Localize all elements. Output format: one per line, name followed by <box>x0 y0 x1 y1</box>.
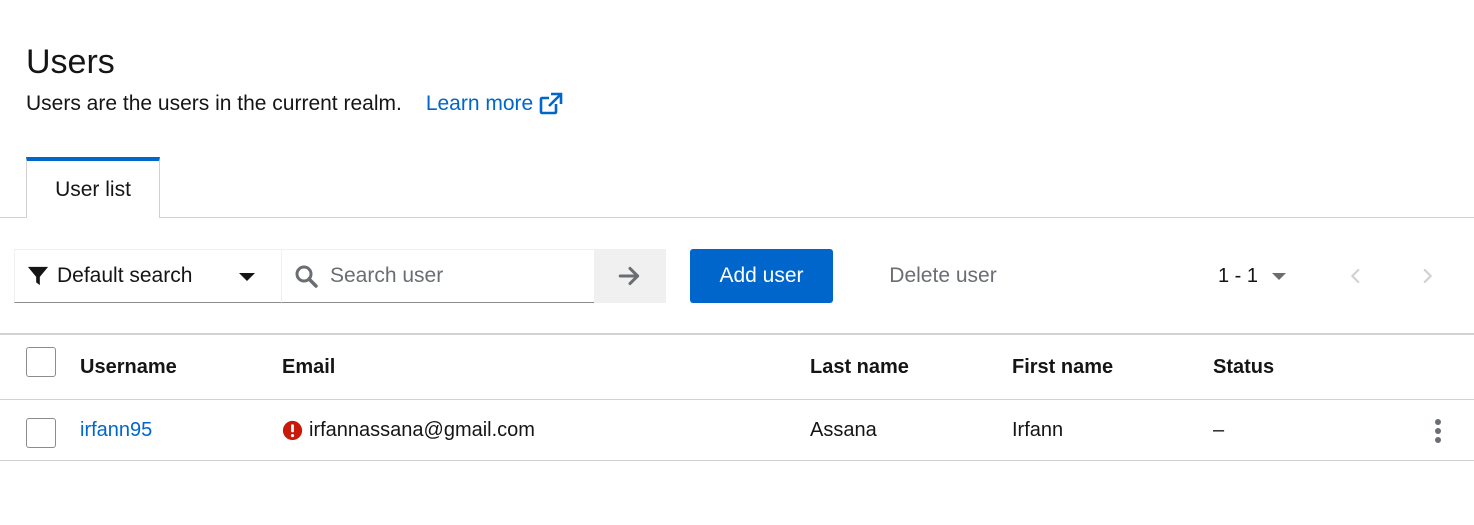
pagination-toggle[interactable]: 1 - 1 <box>1218 249 1298 303</box>
column-header-username[interactable]: Username <box>80 335 177 399</box>
chevron-right-icon <box>1423 268 1432 284</box>
toolbar: Default search Add user Delete user 1 - … <box>0 249 1474 303</box>
first-name-cell: Irfann <box>1012 418 1064 441</box>
tab-active-indicator-cover <box>27 217 159 219</box>
page-description-text: Users are the users in the current realm… <box>26 92 402 115</box>
search-type-dropdown[interactable]: Default search <box>14 249 282 303</box>
chevron-left-icon <box>1351 268 1360 284</box>
tab-bar: User list <box>0 157 1474 219</box>
learn-more-link[interactable]: Learn more <box>426 90 563 118</box>
username-cell: irfann95 <box>80 400 152 460</box>
page-description: Users are the users in the current realm… <box>26 90 563 118</box>
search-icon <box>295 265 318 288</box>
email-cell: irfannassana@gmail.com <box>282 400 535 460</box>
exclamation-circle-icon <box>282 420 303 440</box>
filter-icon <box>27 266 49 286</box>
search-input[interactable] <box>330 264 580 288</box>
learn-more-label: Learn more <box>425 92 534 115</box>
tab-user-list-label: User list <box>55 177 131 201</box>
tab-user-list[interactable]: User list <box>26 157 160 218</box>
column-header-first-name[interactable]: First name <box>1012 335 1113 399</box>
email-value: irfannassana@gmail.com <box>309 418 535 441</box>
status-cell: – <box>1213 418 1225 441</box>
row-actions-button[interactable] <box>1424 416 1452 446</box>
column-header-email[interactable]: Email <box>282 335 335 399</box>
kebab-menu-icon <box>1435 419 1441 443</box>
page-title: Users <box>26 43 115 81</box>
search-submit-button[interactable] <box>594 249 666 303</box>
arrow-right-icon <box>618 266 640 286</box>
delete-user-button[interactable]: Delete user <box>858 249 1028 303</box>
caret-down-icon <box>239 273 255 281</box>
select-all-checkbox[interactable] <box>26 347 56 377</box>
username-link[interactable]: irfann95 <box>80 419 152 442</box>
table-header-row: Username Email Last name First name Stat… <box>0 335 1474 400</box>
column-header-status: Status <box>1213 355 1275 378</box>
external-link-icon <box>539 92 563 115</box>
table-row: irfann95 irfannassana@gmail.com Assana I… <box>0 400 1474 461</box>
add-user-button[interactable]: Add user <box>690 249 833 303</box>
search-field[interactable] <box>282 249 595 303</box>
search-type-label: Default search <box>57 264 193 287</box>
column-header-last-name[interactable]: Last name <box>810 335 909 399</box>
caret-down-icon <box>1272 272 1287 280</box>
row-select-checkbox[interactable] <box>26 418 56 448</box>
previous-page-button[interactable] <box>1336 249 1376 303</box>
next-page-button[interactable] <box>1407 249 1447 303</box>
pagination-label: 1 - 1 <box>1218 264 1259 287</box>
last-name-cell: Assana <box>810 418 877 441</box>
